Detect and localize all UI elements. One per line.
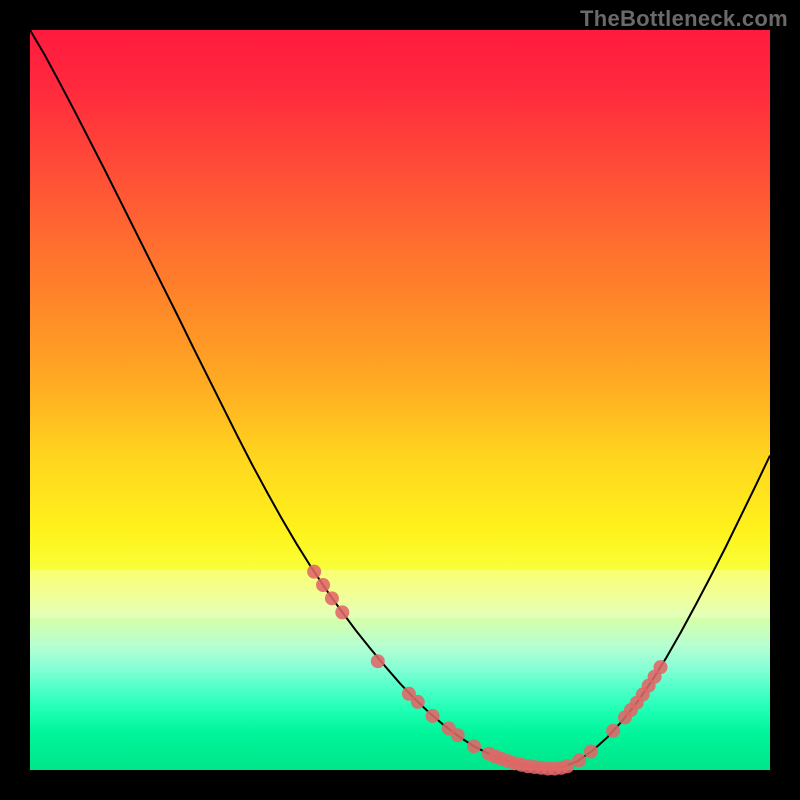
data-marker	[335, 605, 349, 619]
data-marker	[606, 724, 620, 738]
data-marker	[451, 728, 465, 742]
data-marker	[467, 739, 481, 753]
curve-layer	[30, 30, 770, 769]
data-marker	[653, 660, 667, 674]
data-marker	[584, 745, 598, 759]
data-marker	[560, 759, 574, 773]
data-marker	[411, 695, 425, 709]
plot-area	[30, 30, 770, 770]
chart-container: TheBottleneck.com	[0, 0, 800, 800]
data-marker	[307, 565, 321, 579]
bottleneck-curve	[30, 30, 770, 769]
data-marker	[426, 709, 440, 723]
data-marker	[325, 591, 339, 605]
data-marker	[371, 654, 385, 668]
chart-svg	[30, 30, 770, 770]
watermark-label: TheBottleneck.com	[580, 6, 788, 32]
data-marker	[316, 578, 330, 592]
data-marker	[572, 753, 586, 767]
marker-layer	[307, 565, 667, 776]
